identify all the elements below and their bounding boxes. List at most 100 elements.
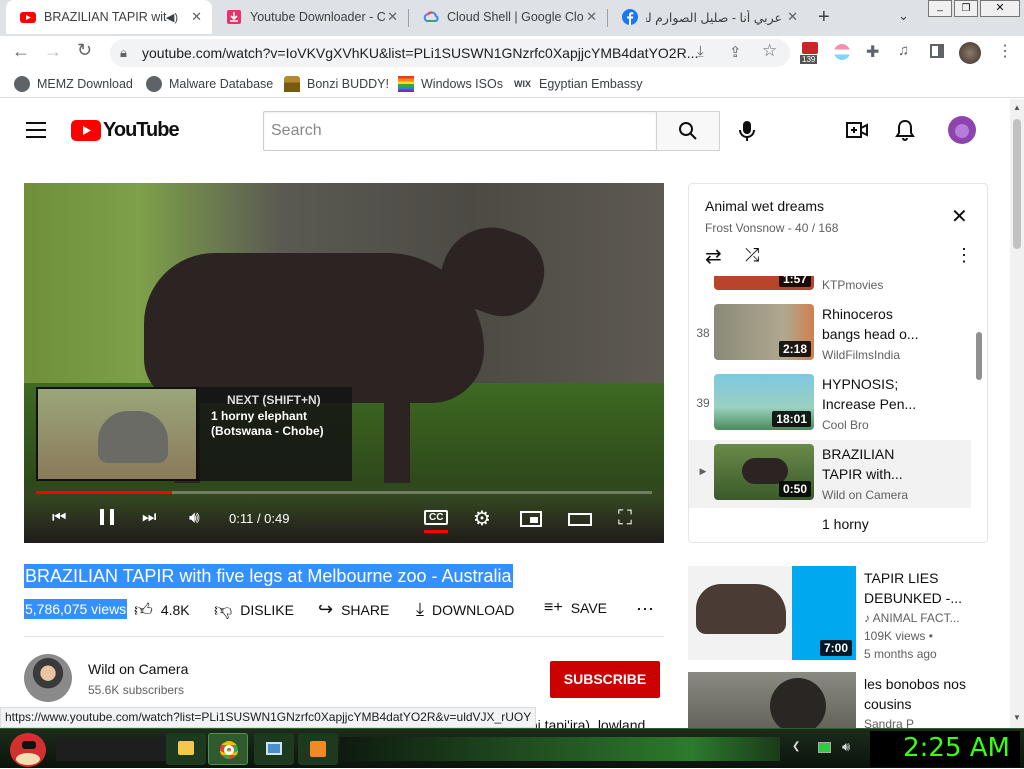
fullscreen-icon[interactable]: ⛶ (618, 507, 632, 530)
close-tab-icon[interactable]: ✕ (191, 9, 202, 25)
thumbs-down-icon: 👎︎ (214, 600, 233, 620)
scrollbar-thumb[interactable] (1013, 119, 1021, 249)
channel-avatar[interactable] (24, 654, 72, 702)
restore-icon[interactable]: ❐ (954, 0, 978, 17)
playlist-item[interactable]: 1 horny (689, 510, 971, 542)
scroll-up-icon[interactable]: ▲ (1013, 103, 1021, 112)
chrome-taskbar-button[interactable] (208, 733, 248, 765)
loop-icon[interactable]: ⇄ (705, 244, 722, 269)
clock-panel[interactable]: 2:25 AM (870, 731, 1020, 767)
like-button[interactable]: 👍︎ 4.8K (134, 599, 190, 621)
theater-mode-icon[interactable] (568, 513, 592, 526)
playlist-item[interactable]: 38 2:18 Rhinoceros bangs head o... WildF… (689, 300, 971, 368)
save-button[interactable]: ≡+ SAVE (544, 599, 607, 617)
subscriber-count: 55.6K subscribers (88, 683, 185, 697)
playlist-subtitle: Frost Vonsnow - 40 / 168 (705, 221, 839, 235)
progress-bar[interactable] (36, 491, 652, 494)
start-button-angry-bird-icon[interactable] (6, 729, 50, 769)
share-icon[interactable]: ⇪ (729, 43, 742, 61)
recommended-video[interactable]: 7:00 TAPIR LIES DEBUNKED -... ♪ ANIMAL F… (688, 566, 998, 664)
search-input[interactable]: Search (263, 111, 657, 151)
address-bar[interactable]: 🔒︎ youtube.com/watch?v=IoVKVgXVhKU&list=… (110, 39, 790, 67)
playlist-item-current[interactable]: ▶ 0:50 BRAZILIAN TAPIR with... Wild on C… (689, 440, 971, 508)
page-scrollbar[interactable]: ▲ ▼ (1010, 99, 1024, 728)
bookmark-star-icon[interactable]: ☆ (762, 41, 777, 61)
volume-icon[interactable]: 🔊︎ (189, 508, 200, 528)
more-actions-icon[interactable]: ⋯ (636, 599, 654, 620)
microphone-icon[interactable] (738, 120, 756, 142)
folder-icon (178, 741, 194, 755)
notifications-bell-icon[interactable] (895, 119, 915, 141)
close-tab-icon[interactable]: ✕ (387, 9, 398, 25)
volume-tray-icon[interactable]: 🔊︎ (842, 739, 850, 755)
download-favicon-icon (227, 10, 241, 24)
hamburger-menu-icon[interactable] (26, 122, 46, 138)
recommended-video[interactable]: les bonobos nos cousins Sandra P (688, 672, 998, 728)
channel-name[interactable]: Wild on Camera (88, 661, 188, 677)
extension-calendar-icon[interactable]: 139 (800, 42, 820, 66)
extensions-puzzle-icon[interactable]: ✚ (866, 42, 879, 62)
previous-icon[interactable]: ⏮ (52, 509, 66, 527)
next-icon[interactable]: ⏭ (142, 509, 156, 527)
window-app-button[interactable] (254, 733, 294, 765)
now-playing-indicator: ▶ (699, 466, 707, 476)
tab-youtube[interactable]: BRAZILIAN TAPIR wit ◀) ✕ (6, 0, 212, 34)
minimize-icon[interactable]: _ (928, 0, 952, 17)
playlist-item[interactable]: 39 18:01 HYPNOSIS; Increase Pen... Cool … (689, 370, 971, 438)
pause-icon[interactable] (100, 509, 114, 525)
shuffle-icon[interactable]: ⤮ (745, 245, 759, 266)
share-arrow-icon: ↪ (318, 599, 334, 619)
bookmark-malware-db[interactable]: Malware Database (146, 76, 273, 92)
settings-gear-icon[interactable]: ⚙ (473, 506, 491, 531)
file-explorer-button[interactable] (166, 733, 206, 765)
tray-chevron-icon[interactable]: ❮ (792, 741, 800, 752)
dislike-button[interactable]: 👎︎ DISLIKE (214, 599, 294, 621)
youtube-logo[interactable]: YouTube (71, 119, 180, 142)
back-icon[interactable]: ← (12, 41, 30, 62)
battery-icon[interactable] (818, 742, 831, 753)
duration-badge: 2:18 (778, 341, 811, 357)
scroll-down-icon[interactable]: ▼ (1013, 713, 1021, 722)
playlist-scrollbar[interactable] (976, 332, 982, 380)
next-video-preview[interactable]: NEXT (SHIFT+N) 1 horny elephant (Botswan… (36, 387, 352, 481)
playlist-title[interactable]: Animal wet dreams (705, 198, 824, 214)
forward-icon[interactable]: → (44, 41, 62, 62)
search-button[interactable] (656, 111, 720, 151)
profile-avatar[interactable] (959, 42, 981, 64)
download-button[interactable]: ⤓ DOWNLOAD (416, 599, 514, 620)
subscribe-button[interactable]: SUBSCRIBE (550, 661, 660, 698)
miniplayer-icon[interactable] (520, 511, 542, 527)
install-icon[interactable]: ⤓ (697, 43, 704, 60)
side-panel-icon[interactable] (930, 44, 944, 58)
reload-icon[interactable]: ↻ (77, 40, 92, 61)
close-playlist-icon[interactable]: ✕ (951, 204, 968, 229)
video-player[interactable]: NEXT (SHIFT+N) 1 horny elephant (Botswan… (24, 183, 664, 543)
channel-name: KTPmovies (822, 278, 884, 292)
playlist-item[interactable]: 1:57 KTPmovies (689, 276, 971, 298)
playlist-more-icon[interactable]: ⋮ (955, 245, 973, 266)
account-avatar[interactable] (948, 116, 976, 144)
share-button[interactable]: ↪ SHARE (318, 599, 389, 620)
search-placeholder: Search (271, 122, 322, 139)
tab-cloud-shell[interactable]: Cloud Shell | Google Clo ✕ (409, 0, 607, 34)
youtube-page: YouTube Search NEXT (SHIFT+N) 1 horny el… (0, 99, 1010, 728)
bookmark-egyptian-embassy[interactable]: WIX Egyptian Embassy (514, 76, 643, 92)
more-menu-icon[interactable]: ⋮ (997, 41, 1013, 61)
extension-flag-icon[interactable] (834, 44, 850, 60)
new-tab-icon[interactable]: + (818, 6, 830, 29)
close-tab-icon[interactable]: ✕ (787, 9, 798, 25)
tab-search-chevron-icon[interactable]: ⌄ (898, 8, 909, 24)
bookmark-memz[interactable]: MEMZ Download (14, 76, 133, 92)
media-app-button[interactable] (298, 733, 338, 765)
search-icon (679, 122, 697, 140)
bookmark-bonzi[interactable]: Bonzi BUDDY! (284, 76, 389, 92)
tab-facebook[interactable]: عربي أنا - صليل الصوارم لعبة ✕ (608, 0, 808, 34)
media-controls-icon[interactable]: ♫ (898, 42, 909, 59)
bookmark-windows-isos[interactable]: Windows ISOs (398, 76, 503, 92)
tab-youtube-downloader[interactable]: Youtube Downloader - Co ✕ (212, 0, 408, 34)
speaker-icon[interactable]: ◀) (166, 11, 178, 24)
close-tab-icon[interactable]: ✕ (586, 9, 597, 25)
captions-icon[interactable]: CC (424, 510, 449, 525)
close-window-icon[interactable]: ✕ (980, 0, 1020, 17)
create-video-icon[interactable] (846, 121, 868, 139)
